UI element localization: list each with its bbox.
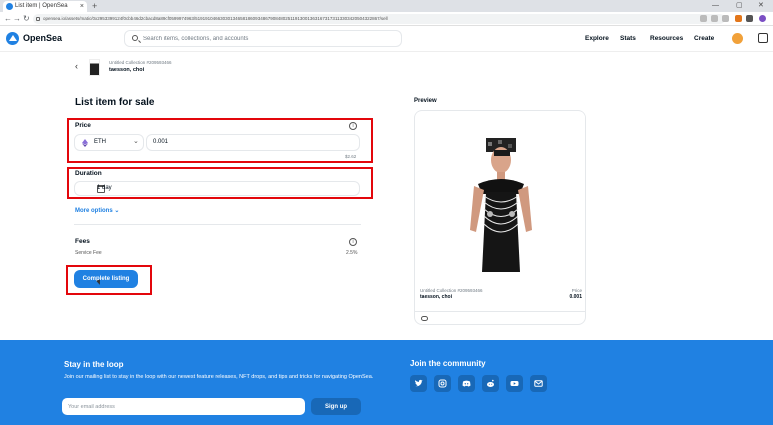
stay-in-loop-text: Join our mailing list to stay in the loo…: [64, 374, 374, 380]
preview-price-value: 0.001: [569, 294, 582, 300]
opensea-logo-icon[interactable]: [6, 32, 19, 45]
url-text: opensea.io/assets/matic/0x2953399124f0cb…: [43, 16, 388, 21]
forward-button[interactable]: →: [13, 12, 21, 26]
stay-in-loop-heading: Stay in the loop: [64, 360, 124, 369]
nav-explore[interactable]: Explore: [585, 32, 609, 45]
more-options-toggle[interactable]: More options ⌄: [75, 207, 119, 214]
complete-listing-button[interactable]: Complete listing: [74, 270, 138, 288]
section-divider: [74, 224, 361, 225]
eth-icon: [82, 139, 88, 147]
share-icon[interactable]: [711, 15, 718, 22]
preview-price-label: Price: [571, 288, 582, 293]
fees-info-icon[interactable]: i: [349, 238, 357, 246]
preview-collection-name: Untitled Collection #209593466: [420, 288, 483, 293]
item-owner-name: taesson, choi: [109, 67, 145, 73]
currency-select[interactable]: ETH ⌄: [74, 134, 144, 151]
duration-value: 1 day: [97, 185, 112, 191]
browser-profile-avatar[interactable]: [759, 15, 766, 22]
bookmark-star-icon[interactable]: [722, 15, 729, 22]
tab-close-icon[interactable]: ×: [80, 1, 84, 12]
service-fee-value: 2.5%: [346, 250, 358, 256]
address-bar-row: ← → ↻ opensea.io/assets/matic/0x29533991…: [0, 12, 773, 26]
preview-card[interactable]: Untitled Collection #209593466 taesson, …: [414, 110, 586, 325]
item-thumbnail[interactable]: [89, 59, 100, 76]
email-icon[interactable]: [530, 375, 547, 392]
preview-card-footer: Untitled Collection #209593466 taesson, …: [415, 283, 585, 311]
url-field[interactable]: opensea.io/assets/matic/0x2953399124f0cb…: [33, 14, 725, 24]
tab-title: List item | OpenSea: [15, 3, 68, 9]
back-button[interactable]: ←: [4, 12, 12, 26]
back-arrow-icon[interactable]: ‹: [75, 60, 78, 72]
link-icon[interactable]: [421, 316, 428, 321]
reload-button[interactable]: ↻: [23, 12, 30, 26]
duration-selector[interactable]: 1 day: [74, 181, 360, 196]
price-input[interactable]: 0.001: [146, 134, 360, 151]
preview-owner-name: taesson, choi: [420, 294, 452, 300]
community-heading: Join the community: [410, 359, 486, 368]
metamask-extension-icon[interactable]: [735, 15, 742, 22]
youtube-icon[interactable]: [506, 375, 523, 392]
search-icon: [132, 35, 138, 41]
preview-link-bar: [415, 311, 585, 324]
service-fee-label: Service Fee: [75, 250, 102, 256]
twitter-icon[interactable]: [410, 375, 427, 392]
page-title: List item for sale: [75, 97, 155, 108]
chevron-down-icon: ⌄: [133, 138, 139, 145]
nav-create[interactable]: Create: [694, 32, 714, 45]
currency-value: ETH: [94, 139, 106, 145]
nav-stats[interactable]: Stats: [620, 32, 636, 45]
instagram-icon[interactable]: [434, 375, 451, 392]
account-avatar[interactable]: [732, 33, 743, 44]
email-input[interactable]: [62, 398, 305, 415]
reddit-icon[interactable]: [482, 375, 499, 392]
window-close-button[interactable]: ✕: [758, 0, 764, 12]
opensea-favicon-icon: [6, 3, 13, 10]
extensions-puzzle-icon[interactable]: [746, 15, 753, 22]
duration-label: Duration: [75, 170, 102, 177]
price-info-icon[interactable]: i: [349, 122, 357, 130]
site-header: OpenSea Explore Stats Resources Create: [0, 27, 773, 52]
price-usd-value: $2.62: [345, 154, 357, 159]
browser-tab-bar: List item | OpenSea × + — ▢ ✕: [0, 0, 773, 12]
search-input[interactable]: [143, 34, 393, 44]
translate-icon[interactable]: [700, 15, 707, 22]
item-collection-name[interactable]: Untitled Collection #209593466: [109, 60, 172, 65]
maximize-button[interactable]: ▢: [736, 0, 743, 12]
price-value: 0.001: [153, 139, 169, 145]
search-bar[interactable]: [124, 30, 402, 47]
browser-tab[interactable]: List item | OpenSea ×: [3, 1, 87, 12]
nav-resources[interactable]: Resources: [650, 32, 683, 45]
preview-label: Preview: [414, 98, 437, 104]
nft-preview-image: [416, 112, 585, 282]
logo-text[interactable]: OpenSea: [23, 32, 62, 45]
discord-icon[interactable]: [458, 375, 475, 392]
wallet-icon[interactable]: [758, 33, 768, 43]
fees-label: Fees: [75, 238, 90, 245]
sign-up-button[interactable]: Sign up: [311, 398, 361, 415]
price-label: Price: [75, 122, 91, 129]
lock-icon: [36, 17, 40, 21]
minimize-button[interactable]: —: [712, 0, 719, 12]
new-tab-button[interactable]: +: [92, 0, 97, 12]
site-footer: Stay in the loop Join our mailing list t…: [0, 340, 773, 425]
